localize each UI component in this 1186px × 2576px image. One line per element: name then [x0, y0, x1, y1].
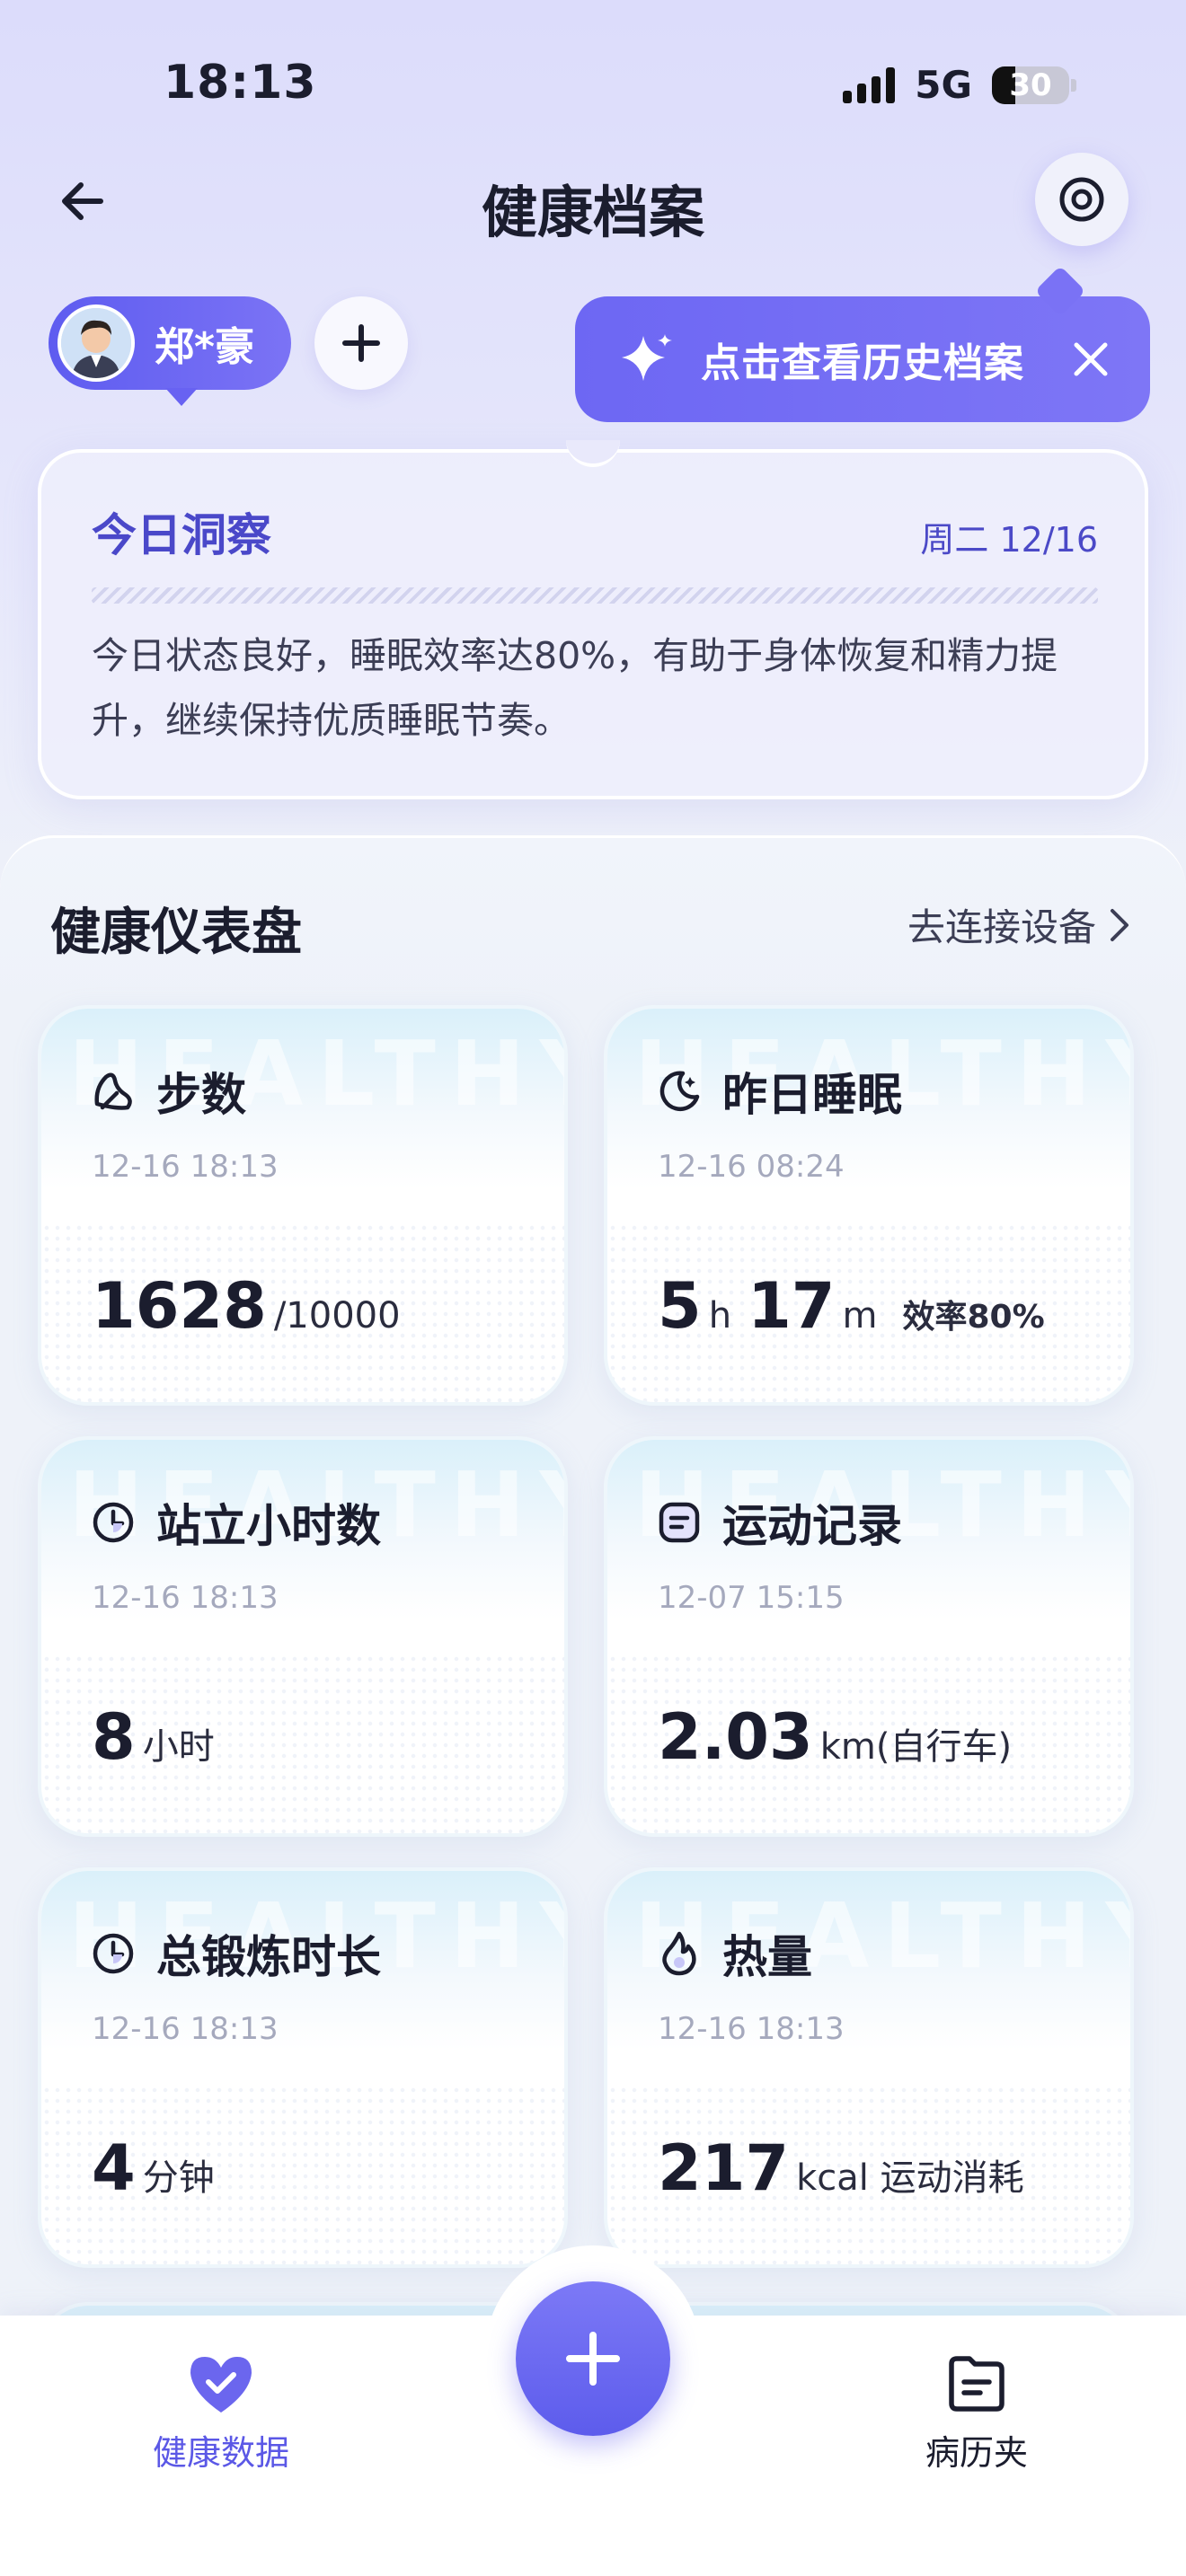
- workout-distance: 2.03: [658, 1700, 813, 1774]
- sleep-efficiency: 效率80%: [902, 1299, 1045, 1336]
- battery-icon: 30: [992, 66, 1076, 104]
- card-title: 站立小时数: [156, 1500, 381, 1552]
- hours-unit: h: [708, 1295, 732, 1337]
- heart-check-icon: [190, 2357, 252, 2413]
- moon-icon: [656, 1068, 703, 1115]
- insight-date: 周二 12/16: [920, 520, 1098, 560]
- clock-icon: [90, 1930, 137, 1977]
- target-icon: [1059, 177, 1104, 222]
- card-title: 步数: [156, 1069, 246, 1121]
- clock-icon: [90, 1499, 137, 1546]
- workout-record-card[interactable]: HEALTHY 运动记录 12-07 15:15 2.03 km(自行车): [604, 1436, 1134, 1837]
- card-title: 热量: [722, 1931, 812, 1983]
- signal-icon: [843, 66, 896, 103]
- avatar: [58, 304, 135, 382]
- user-name: 郑*豪: [155, 324, 255, 370]
- sleep-minutes: 17: [748, 1269, 836, 1343]
- network-type: 5G: [915, 63, 972, 107]
- stand-hours-value: 8: [92, 1700, 136, 1774]
- calories-unit: kcal 运动消耗: [796, 2157, 1024, 2199]
- steps-goal: /10000: [273, 1295, 401, 1337]
- stand-hours-card[interactable]: HEALTHY 站立小时数 12-16 18:13 8 小时: [38, 1436, 568, 1837]
- steps-card[interactable]: HEALTHY 步数 12-16 18:13 1628 /10000: [38, 1005, 568, 1406]
- stand-hours-unit: 小时: [142, 1726, 215, 1768]
- plus-icon: [566, 2332, 620, 2386]
- exercise-duration-card[interactable]: HEALTHY 总锻炼时长 12-16 18:13 4 分钟: [38, 1867, 568, 2268]
- exercise-duration-unit: 分钟: [142, 2157, 215, 2199]
- sleep-card[interactable]: HEALTHY 昨日睡眠 12-16 08:24 5 h 17 m 效率80%: [604, 1005, 1134, 1406]
- exercise-duration-value: 4: [92, 2131, 136, 2205]
- card-timestamp: 12-16 08:24: [658, 1149, 845, 1185]
- nav-health-data-label: 健康数据: [153, 2433, 290, 2473]
- chevron-right-icon: [1111, 908, 1128, 941]
- health-profile-screen: 18:13 5G 30 健康档案 郑*豪 点击查看历史档案 今日洞察 周二 12…: [0, 0, 1186, 2576]
- status-indicators: 5G 30: [843, 63, 1076, 107]
- sleep-hours: 5: [658, 1269, 702, 1343]
- insight-card: 今日洞察 周二 12/16 今日状态良好，睡眠效率达80%，有助于身体恢复和精力…: [38, 449, 1148, 799]
- tooltip-text: 点击查看历史档案: [701, 340, 1024, 386]
- list-icon: [656, 1499, 703, 1546]
- add-user-button[interactable]: [314, 296, 408, 390]
- steps-icon: [90, 1068, 137, 1115]
- card-timestamp: 12-16 18:13: [658, 2011, 845, 2047]
- nav-health-data[interactable]: 健康数据: [153, 2351, 289, 2475]
- flame-icon: [656, 1930, 703, 1977]
- close-icon: [1074, 342, 1108, 376]
- plus-icon: [342, 324, 380, 362]
- connect-device-label: 去连接设备: [907, 905, 1096, 949]
- card-timestamp: 12-16 18:13: [92, 1580, 279, 1616]
- card-title: 昨日睡眠: [722, 1069, 902, 1121]
- settings-button[interactable]: [1035, 153, 1128, 246]
- connect-device-link[interactable]: 去连接设备: [907, 897, 1130, 952]
- user-switcher[interactable]: 郑*豪: [49, 296, 291, 406]
- card-title: 运动记录: [722, 1500, 902, 1552]
- insight-title: 今日洞察: [92, 509, 271, 561]
- card-timestamp: 12-16 18:13: [92, 2011, 279, 2047]
- calories-card[interactable]: HEALTHY 热量 12-16 18:13 217 kcal 运动消耗: [604, 1867, 1134, 2268]
- status-time: 18:13: [164, 56, 317, 110]
- card-timestamp: 12-07 15:15: [658, 1580, 845, 1616]
- card-title: 总锻炼时长: [156, 1931, 381, 1983]
- battery-level: 30: [1009, 66, 1052, 103]
- card-timestamp: 12-16 18:13: [92, 1149, 279, 1185]
- sparkle-icon: [622, 334, 672, 381]
- workout-unit: km(自行车): [819, 1726, 1013, 1768]
- dashboard-title: 健康仪表盘: [50, 904, 302, 962]
- minutes-unit: m: [842, 1295, 878, 1337]
- folder-icon: [949, 2356, 1005, 2412]
- divider: [92, 587, 1098, 604]
- nav-medical-records[interactable]: 病历夹: [925, 2351, 1028, 2475]
- close-button[interactable]: [1067, 336, 1114, 383]
- insight-text: 今日状态良好，睡眠效率达80%，有助于身体恢复和精力提升，继续保持优质睡眠节奏。: [92, 634, 1058, 742]
- calories-value: 217: [658, 2131, 790, 2205]
- page-title: 健康档案: [481, 180, 704, 245]
- history-tooltip[interactable]: 点击查看历史档案: [575, 296, 1150, 422]
- add-record-button[interactable]: [516, 2281, 670, 2436]
- nav-medical-records-label: 病历夹: [925, 2433, 1029, 2473]
- steps-value: 1628: [92, 1269, 267, 1343]
